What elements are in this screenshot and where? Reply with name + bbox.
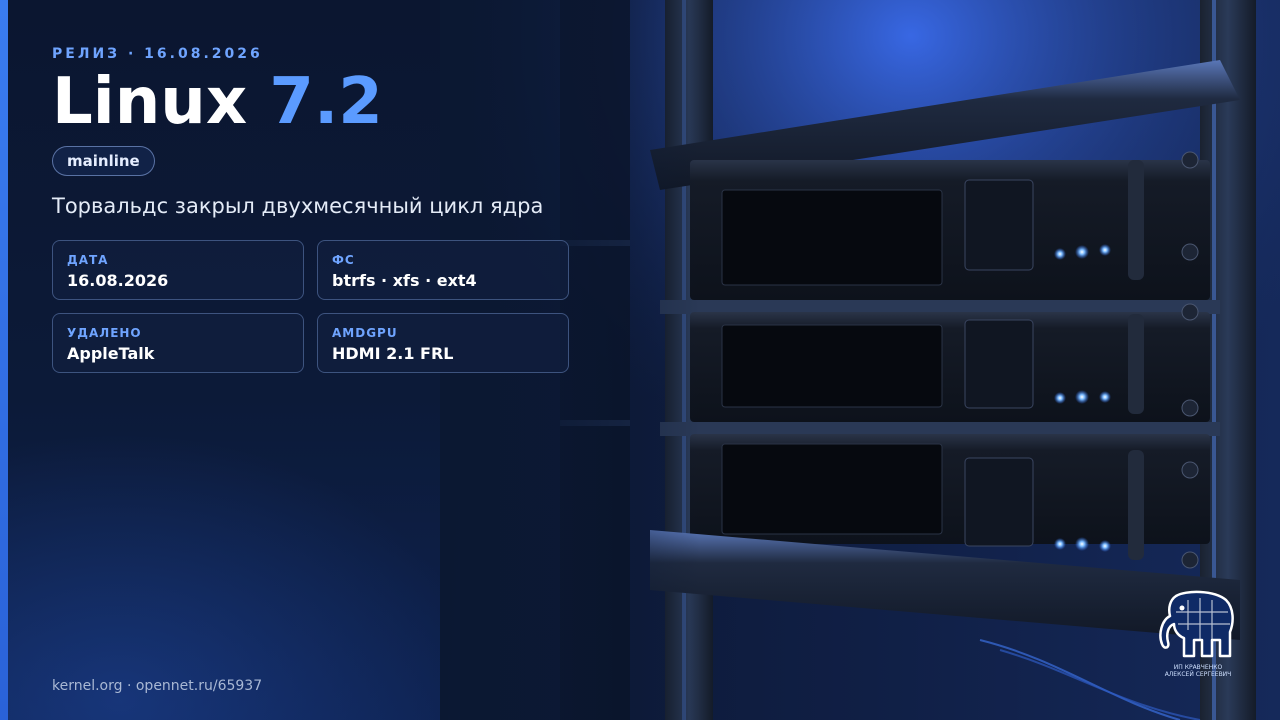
card-value: AppleTalk [67, 344, 155, 363]
card-value: 16.08.2026 [67, 271, 169, 290]
content-panel: РЕЛИЗ · 16.08.2026 Linux 7.2 mainline То… [52, 0, 612, 720]
accent-bar [0, 0, 8, 720]
info-card-removed: УДАЛЕНО AppleTalk [52, 313, 304, 373]
elephant-icon [1159, 590, 1234, 658]
info-card-date: ДАТА 16.08.2026 [52, 240, 304, 300]
page-title: Linux 7.2 [52, 62, 383, 142]
info-card-amdgpu: AMDGPU HDMI 2.1 FRL [317, 313, 569, 373]
subtitle: Торвальдс закрыл двухмесячный цикл ядра [52, 194, 544, 218]
slide: РЕЛИЗ · 16.08.2026 Linux 7.2 mainline То… [0, 0, 1280, 720]
card-label: ДАТА [67, 253, 109, 267]
info-card-filesystems: ФС btrfs · xfs · ext4 [317, 240, 569, 300]
card-value: HDMI 2.1 FRL [332, 344, 454, 363]
logo-text-line1: ИП КРАВЧЕНКО [1173, 664, 1223, 671]
title-main: Linux [52, 65, 248, 139]
title-version: 7.2 [269, 65, 383, 139]
card-label: AMDGPU [332, 326, 398, 340]
branch-badge: mainline [52, 146, 155, 176]
card-value: btrfs · xfs · ext4 [332, 271, 477, 290]
logo-text-line2: АЛЕКСЕЙ СЕРГЕЕВИЧ [1164, 671, 1232, 678]
source-footer: kernel.org · opennet.ru/65937 [52, 678, 263, 694]
card-label: УДАЛЕНО [67, 326, 142, 340]
brand-logo: ИП КРАВЧЕНКО АЛЕКСЕЙ СЕРГЕЕВИЧ [1156, 590, 1240, 690]
card-label: ФС [332, 253, 355, 267]
release-kicker: РЕЛИЗ · 16.08.2026 [52, 46, 263, 62]
